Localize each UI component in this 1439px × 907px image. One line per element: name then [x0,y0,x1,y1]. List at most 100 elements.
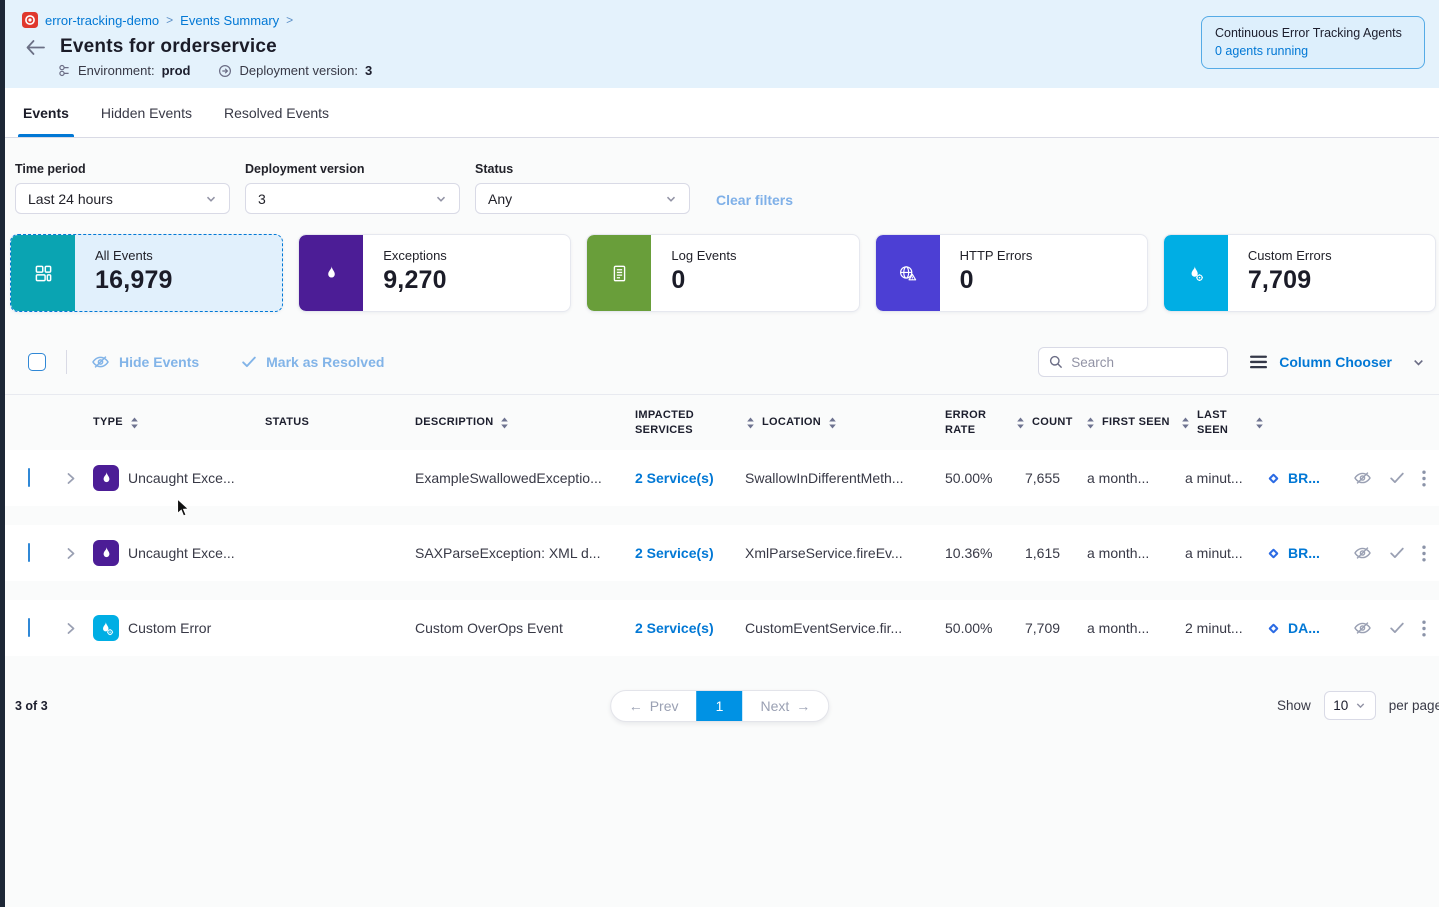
impacted-services-link[interactable]: 2 Service(s) [635,620,745,636]
column-chooser-button[interactable]: Column Chooser [1250,354,1425,370]
stat-cards: All Events 16,979 Exceptions 9,270 Log E… [10,234,1436,312]
resolve-event-icon[interactable] [1389,471,1405,485]
column-header-location: LOCATION [745,415,930,430]
event-last-seen: a minut... [1180,470,1265,486]
expand-row-button[interactable] [56,622,90,635]
sort-icon[interactable] [1254,416,1265,430]
sort-icon[interactable] [827,416,838,430]
prev-page-button[interactable]: ← Prev [611,691,697,721]
project-logo-icon [22,12,38,28]
agents-running-link[interactable]: 0 agents running [1215,44,1411,58]
select-all-checkbox[interactable] [28,353,46,371]
stat-card[interactable]: HTTP Errors 0 [875,234,1148,312]
expand-row-button[interactable] [56,472,90,485]
page-size-select[interactable]: 10 [1324,691,1376,720]
ticket-link[interactable]: BR... [1265,545,1345,562]
deployment-version-select[interactable]: 3 [245,183,460,214]
ticket-diamond-icon [1265,545,1282,562]
event-type-badge [93,465,119,491]
deployment-meta: Deployment version: 3 [218,63,372,78]
clear-filters-button[interactable]: Clear filters [716,192,793,208]
event-first-seen: a month... [1085,470,1180,486]
sort-icon[interactable] [1015,416,1026,430]
hide-event-icon[interactable] [1353,470,1372,486]
chevron-down-icon [1355,700,1366,711]
event-location: XmlParseService.fireEv... [745,545,930,561]
sort-icon[interactable] [1085,416,1096,430]
tab-hidden-events[interactable]: Hidden Events [96,88,197,137]
hide-event-icon[interactable] [1353,545,1372,561]
impacted-services-link[interactable]: 2 Service(s) [635,470,745,486]
event-row[interactable]: Uncaught Exce... SAXParseException: XML … [5,525,1439,581]
breadcrumb-project-link[interactable]: error-tracking-demo [45,13,159,28]
stat-card-value: 9,270 [383,266,447,295]
chevron-down-icon [665,193,677,205]
log-document-icon [611,265,628,282]
row-checkbox[interactable] [28,468,30,487]
chevron-right-icon [64,547,77,560]
tab-resolved-events[interactable]: Resolved Events [219,88,334,137]
row-checkbox[interactable] [28,543,30,562]
event-first-seen: a month... [1085,545,1180,561]
time-period-select[interactable]: Last 24 hours [15,183,230,214]
column-header-first-seen: FIRST SEEN [1085,415,1180,430]
stat-card-value: 16,979 [95,266,173,295]
deployment-value: 3 [365,63,372,78]
chevron-down-icon [1412,356,1425,369]
page-title: Events for orderservice [60,36,277,58]
kebab-menu-icon[interactable] [1422,545,1426,562]
ticket-id-text: BR... [1288,470,1320,486]
status-select[interactable]: Any [475,183,690,214]
check-icon [241,355,257,369]
sort-icon[interactable] [499,416,510,430]
kebab-menu-icon[interactable] [1422,620,1426,637]
stat-card-label: All Events [95,248,173,263]
stat-card-label: Log Events [671,248,736,263]
hide-events-button[interactable]: Hide Events [91,354,199,370]
hide-event-icon[interactable] [1353,620,1372,636]
event-error-rate: 10.36% [930,545,1015,561]
event-count: 7,655 [1015,470,1085,486]
time-period-label: Time period [15,162,230,176]
stat-card-icon-block [587,235,651,311]
current-page-button[interactable]: 1 [697,691,743,721]
sort-icon[interactable] [745,416,756,430]
ticket-id-text: BR... [1288,545,1320,561]
expand-row-button[interactable] [56,547,90,560]
search-input[interactable] [1071,355,1217,370]
impacted-services-link[interactable]: 2 Service(s) [635,545,745,561]
page-size-value: 10 [1333,698,1348,713]
stat-card-icon-block [1164,235,1228,311]
mark-resolved-button[interactable]: Mark as Resolved [241,354,384,370]
page-size-control: Show 10 per page [1277,691,1439,720]
stat-card[interactable]: Custom Errors 7,709 [1163,234,1436,312]
next-label: Next [761,698,790,714]
resolve-event-icon[interactable] [1389,621,1405,635]
stat-card[interactable]: Exceptions 9,270 [298,234,571,312]
stat-card[interactable]: All Events 16,979 [10,234,283,312]
kebab-menu-icon[interactable] [1422,470,1426,487]
resolve-event-icon[interactable] [1389,546,1405,560]
next-page-button[interactable]: Next → [743,691,829,721]
event-location: CustomEventService.fir... [745,620,930,636]
column-header-description: DESCRIPTION [415,415,635,430]
back-arrow-icon[interactable] [25,39,46,56]
status-value: Any [488,191,512,207]
ticket-link[interactable]: BR... [1265,470,1345,487]
row-checkbox[interactable] [28,618,30,637]
stat-card-value: 7,709 [1248,266,1332,295]
stat-card-icon-block [11,235,75,311]
time-period-value: Last 24 hours [28,191,113,207]
environment-icon [58,64,71,77]
agents-card: Continuous Error Tracking Agents 0 agent… [1201,16,1425,69]
stat-card-label: Custom Errors [1248,248,1332,263]
event-row[interactable]: Uncaught Exce... ExampleSwallowedExcepti… [5,450,1439,506]
ticket-id-text: DA... [1288,620,1320,636]
event-row[interactable]: Custom Error Custom OverOps Event 2 Serv… [5,600,1439,656]
sort-icon[interactable] [129,416,140,430]
stat-card[interactable]: Log Events 0 [586,234,859,312]
tab-events[interactable]: Events [18,88,74,137]
ticket-link[interactable]: DA... [1265,620,1345,637]
sort-icon[interactable] [1180,416,1191,430]
breadcrumb-section-link[interactable]: Events Summary [180,13,279,28]
